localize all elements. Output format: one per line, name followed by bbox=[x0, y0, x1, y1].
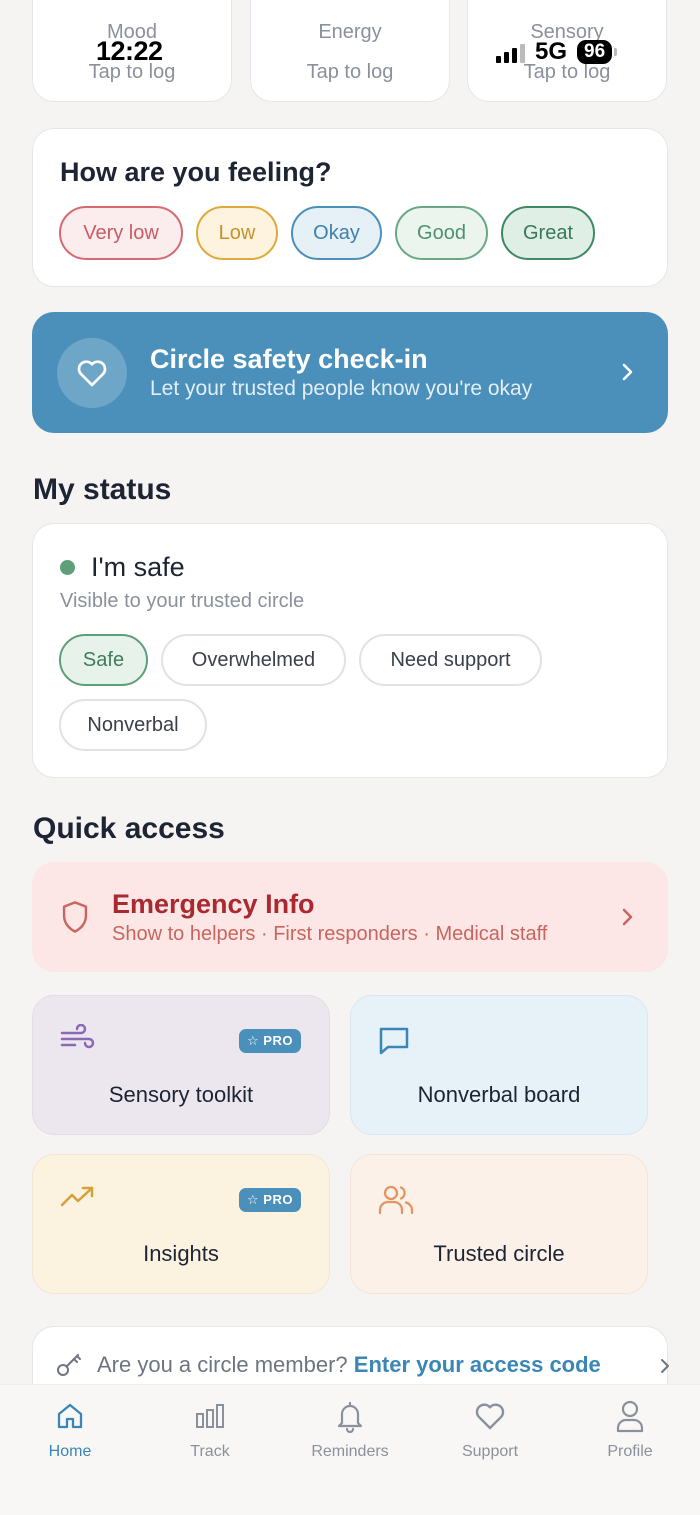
feeling-great-chip[interactable]: Great bbox=[501, 206, 595, 260]
nav-track[interactable]: Track bbox=[155, 1399, 265, 1461]
nav-profile[interactable]: Profile bbox=[575, 1399, 685, 1461]
battery-icon: 96 bbox=[577, 40, 618, 64]
nav-support[interactable]: Support bbox=[435, 1399, 545, 1461]
feeling-title: How are you feeling? bbox=[60, 157, 332, 187]
my-status-heading: My status bbox=[33, 473, 172, 506]
status-visibility: Visible to your trusted circle bbox=[60, 590, 305, 612]
pro-badge: ☆ PRO bbox=[239, 1029, 301, 1053]
status-indicators: 5G 96 bbox=[496, 38, 618, 66]
energy-tracker-card[interactable]: Energy Tap to log bbox=[250, 0, 450, 102]
emergency-subtitle: Show to helpers · First responders · Med… bbox=[112, 923, 548, 945]
nav-reminders[interactable]: Reminders bbox=[295, 1399, 405, 1461]
message-square-icon bbox=[379, 1027, 409, 1055]
shield-icon bbox=[62, 901, 88, 933]
network-type: 5G bbox=[535, 38, 568, 65]
current-status: I'm safe bbox=[91, 552, 185, 582]
nonverbal-board-tile[interactable]: Nonverbal board bbox=[350, 995, 648, 1135]
feeling-low-chip[interactable]: Low bbox=[196, 206, 278, 260]
chevron-right-icon bbox=[622, 363, 633, 381]
safety-checkin-banner[interactable]: Circle safety check-in Let your trusted … bbox=[32, 312, 668, 433]
bell-icon bbox=[337, 1401, 363, 1433]
bottom-nav: Home Track Reminders Support Profile bbox=[0, 1384, 700, 1515]
safety-title: Circle safety check-in bbox=[150, 344, 428, 374]
user-icon bbox=[616, 1400, 644, 1433]
chevron-right-icon bbox=[661, 1359, 669, 1373]
tile-label: Nonverbal board bbox=[417, 1082, 581, 1107]
key-icon bbox=[57, 1354, 81, 1376]
feeling-very-low-chip[interactable]: Very low bbox=[59, 206, 183, 260]
tile-label: Trusted circle bbox=[433, 1241, 565, 1266]
home-icon bbox=[57, 1403, 83, 1429]
access-prompt: Are you a circle member? bbox=[97, 1352, 348, 1377]
safety-subtitle: Let your trusted people know you're okay bbox=[150, 377, 533, 400]
status-need-support-pill[interactable]: Need support bbox=[359, 634, 542, 686]
nav-label: Track bbox=[190, 1443, 230, 1460]
status-nonverbal-pill[interactable]: Nonverbal bbox=[59, 699, 207, 751]
insights-tile[interactable]: ☆ PRO Insights bbox=[32, 1154, 330, 1294]
nav-home[interactable]: Home bbox=[15, 1399, 125, 1461]
tracker-label: Energy bbox=[318, 21, 382, 43]
tracker-action: Tap to log bbox=[306, 61, 394, 83]
status-safe-pill[interactable]: Safe bbox=[59, 634, 148, 686]
status-dot bbox=[60, 560, 75, 575]
wind-icon bbox=[60, 1024, 95, 1049]
nav-label: Home bbox=[48, 1443, 92, 1460]
emergency-info-banner[interactable]: Emergency Info Show to helpers · First r… bbox=[32, 862, 668, 972]
status-time: 12:22 bbox=[96, 36, 163, 66]
signal-icon bbox=[496, 41, 525, 63]
nav-label: Profile bbox=[607, 1443, 653, 1460]
safety-icon-circle bbox=[57, 338, 127, 408]
tile-label: Sensory toolkit bbox=[108, 1082, 254, 1107]
status-overwhelmed-pill[interactable]: Overwhelmed bbox=[161, 634, 346, 686]
feeling-good-chip[interactable]: Good bbox=[395, 206, 488, 260]
nav-label: Support bbox=[461, 1443, 519, 1460]
status-card: I'm safe Visible to your trusted circle … bbox=[32, 523, 668, 778]
chevron-right-icon bbox=[622, 908, 633, 926]
feeling-okay-chip[interactable]: Okay bbox=[291, 206, 382, 260]
tile-label: Insights bbox=[143, 1241, 219, 1266]
emergency-title: Emergency Info bbox=[112, 889, 315, 919]
heart-icon bbox=[475, 1403, 505, 1430]
feeling-card: How are you feeling? Very low Low Okay G… bbox=[32, 128, 668, 287]
nav-label: Reminders bbox=[311, 1443, 389, 1460]
access-code-link[interactable]: Enter your access code bbox=[354, 1352, 601, 1377]
sensory-toolkit-tile[interactable]: ☆ PRO Sensory toolkit bbox=[32, 995, 330, 1135]
trending-up-icon bbox=[60, 1186, 94, 1207]
pro-badge: ☆ PRO bbox=[239, 1188, 301, 1212]
access-text: Are you a circle member? Enter your acce… bbox=[97, 1352, 601, 1378]
heart-icon bbox=[77, 360, 107, 387]
trusted-circle-tile[interactable]: Trusted circle bbox=[350, 1154, 648, 1294]
bar-chart-icon bbox=[196, 1404, 224, 1428]
users-icon bbox=[378, 1185, 414, 1215]
quick-access-heading: Quick access bbox=[33, 812, 225, 845]
